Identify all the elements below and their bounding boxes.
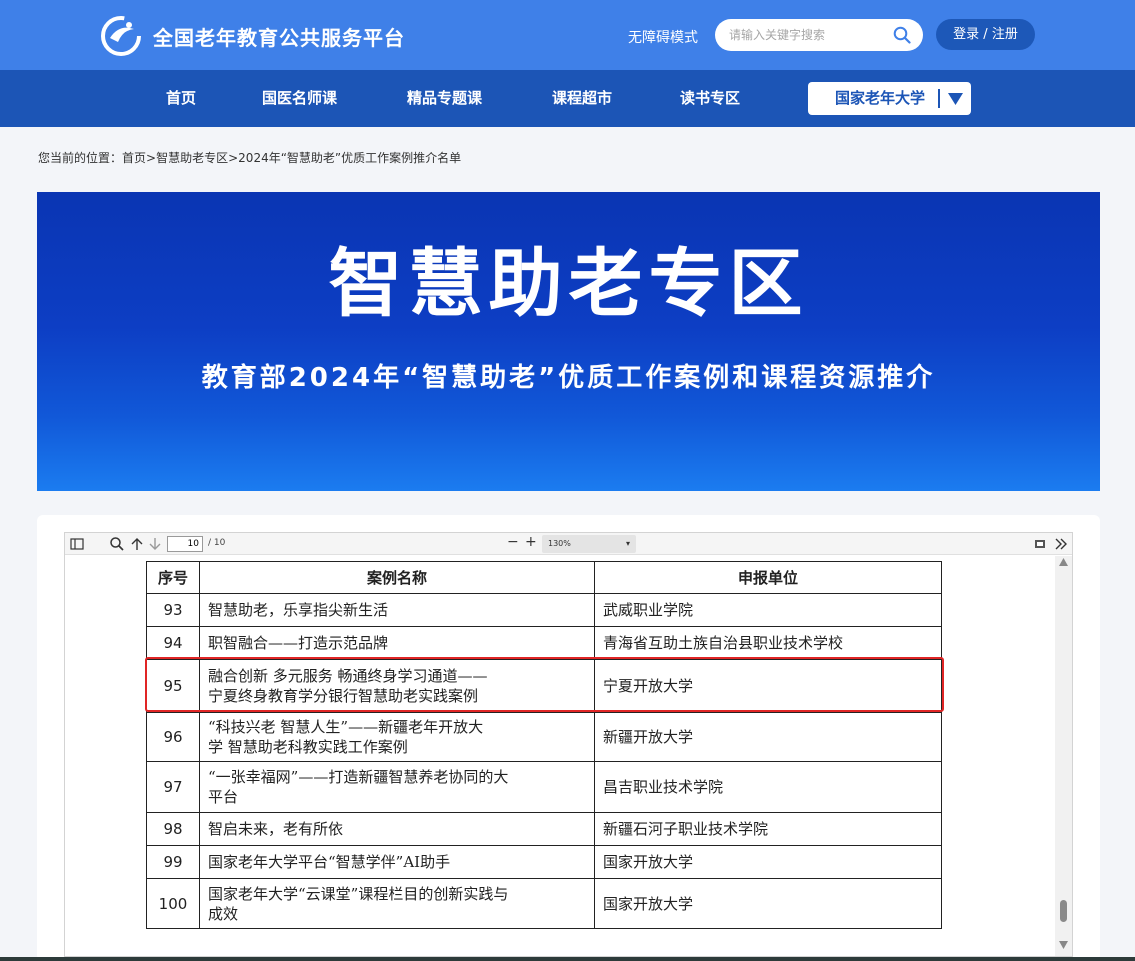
page-number-input[interactable] (167, 536, 203, 552)
chevron-down-icon: ▾ (625, 539, 630, 548)
main-nav: 首页 国医名师课 精品专题课 课程超市 读书专区 国家老年大学 (0, 70, 1135, 127)
column-header-case-name: 案例名称 (199, 561, 595, 594)
cases-table: 序号 案例名称 申报单位 93 智慧助老，乐享指尖新生活 武威职业学院 94 职… (146, 561, 942, 929)
column-header-unit: 申报单位 (594, 561, 942, 594)
case-name-line: 职智融合——打造示范品牌 (208, 634, 389, 652)
case-name-line: “科技兴老 智慧人生”——新疆老年开放大 (208, 718, 484, 736)
breadcrumb-item-smart-elderly[interactable]: 智慧助老专区 (156, 151, 228, 165)
nav-item-reading-zone[interactable]: 读书专区 (680, 70, 740, 127)
case-name-line: 融合创新 多元服务 畅通终身学习通道—— (208, 667, 488, 685)
scroll-up-arrow-icon[interactable] (1059, 558, 1068, 566)
unit-name: 青海省互助土族自治县职业技术学校 (594, 626, 942, 660)
case-name: 国家老年大学“云课堂”课程栏目的创新实践与 成效 (199, 878, 595, 929)
divider (938, 89, 940, 108)
hero-banner: 智慧助老专区 教育部2024年“智慧助老”优质工作案例和课程资源推介 (37, 192, 1100, 491)
breadcrumb-item-current: 2024年“智慧助老”优质工作案例推介名单 (238, 151, 462, 165)
zoom-in-button[interactable]: + (525, 534, 537, 550)
nav-item-course-market[interactable]: 课程超市 (552, 70, 612, 127)
breadcrumb-separator: > (228, 151, 239, 165)
unit-name: 宁夏开放大学 (594, 659, 942, 713)
table-header-row: 序号 案例名称 申报单位 (146, 561, 942, 594)
row-number: 99 (146, 845, 200, 879)
zoom-search-icon[interactable] (109, 536, 125, 552)
case-name-line: 学 智慧助老科教实践工作案例 (208, 738, 408, 756)
table-row: 99 国家老年大学平台“智慧学伴”AI助手 国家开放大学 (146, 845, 942, 879)
case-name: 职智融合——打造示范品牌 (199, 626, 595, 660)
case-name: 融合创新 多元服务 畅通终身学习通道—— 宁夏终身教育学分银行智慧助老实践案例 (199, 659, 595, 713)
case-name-line: 智启未来，老有所依 (208, 820, 344, 838)
row-number: 100 (146, 878, 200, 929)
banner-subtitle: 教育部2024年“智慧助老”优质工作案例和课程资源推介 (201, 363, 936, 393)
pdf-viewer: / 10 − + 130% ▾ 序号 案例名称 申报单位 93 智慧 (64, 532, 1073, 957)
arrow-down-icon[interactable] (147, 536, 163, 552)
case-name-line: 成效 (208, 904, 239, 923)
case-name-line: 国家老年大学平台“智慧学伴”AI助手 (208, 853, 451, 871)
dropdown-label: 国家老年大学 (835, 89, 926, 107)
column-header-no: 序号 (146, 561, 200, 594)
row-number: 97 (146, 761, 200, 813)
unit-name: 国家开放大学 (594, 878, 942, 929)
case-name: “科技兴老 智慧人生”——新疆老年开放大学 智慧助老科教实践工作案例 (199, 712, 595, 762)
search-icon[interactable] (893, 26, 911, 44)
row-number: 98 (146, 812, 200, 846)
unit-name: 昌吉职业技术学院 (594, 761, 942, 813)
nav-item-tcm-masters[interactable]: 国医名师课 (262, 70, 337, 127)
banner-title: 智慧助老专区 (328, 241, 809, 327)
accessibility-mode-link[interactable]: 无障碍模式 (628, 27, 698, 47)
unit-name: 国家开放大学 (594, 845, 942, 879)
nav-item-featured-topics[interactable]: 精品专题课 (407, 70, 482, 127)
scroll-down-arrow-icon[interactable] (1059, 941, 1068, 949)
zoom-select[interactable]: 130% ▾ (542, 535, 636, 553)
row-number: 93 (146, 593, 200, 627)
more-chevron-icon[interactable] (1053, 536, 1069, 552)
case-name: 智慧助老，乐享指尖新生活 (199, 593, 595, 627)
table-row: 93 智慧助老，乐享指尖新生活 武威职业学院 (146, 593, 942, 627)
presentation-icon[interactable] (1032, 536, 1048, 552)
table-row: 95 融合创新 多元服务 畅通终身学习通道—— 宁夏终身教育学分银行智慧助老实践案… (146, 659, 942, 713)
case-name-line: “一张幸福网”——打造新疆智慧养老协同的大 (208, 768, 509, 786)
pdf-scrollbar[interactable] (1055, 556, 1072, 956)
table-row: 100 国家老年大学“云课堂”课程栏目的创新实践与 成效 国家开放大学 (146, 878, 942, 929)
unit-name: 新疆石河子职业技术学院 (594, 812, 942, 846)
site-title[interactable]: 全国老年教育公共服务平台 (153, 22, 405, 51)
breadcrumb-separator: > (146, 151, 157, 165)
zoom-value: 130% (548, 539, 571, 548)
case-name-line: 平台 (208, 788, 239, 806)
case-name: 智启未来，老有所依 (199, 812, 595, 846)
case-name: “一张幸福网”——打造新疆智慧养老协同的大 平台 (199, 761, 595, 813)
search-input[interactable] (729, 19, 889, 51)
row-number: 94 (146, 626, 200, 660)
breadcrumb-prefix: 您当前的位置： (38, 151, 123, 165)
table-row: 96 “科技兴老 智慧人生”——新疆老年开放大学 智慧助老科教实践工作案例 新疆… (146, 712, 942, 762)
case-name: 国家老年大学平台“智慧学伴”AI助手 (199, 845, 595, 879)
row-number: 96 (146, 712, 200, 762)
top-header: 全国老年教育公共服务平台 无障碍模式 登录 / 注册 (0, 0, 1135, 70)
search-box (715, 19, 923, 51)
login-register-button[interactable]: 登录 / 注册 (936, 19, 1035, 50)
case-name-line: 国家老年大学“云课堂”课程栏目的创新实践与 (208, 884, 509, 903)
arrow-up-icon[interactable] (129, 536, 145, 552)
nav-item-home[interactable]: 首页 (166, 70, 196, 127)
case-name-line: 宁夏终身教育学分银行智慧助老实践案例 (208, 687, 479, 705)
chevron-down-icon (948, 93, 963, 105)
table-row: 98 智启未来，老有所依 新疆石河子职业技术学院 (146, 812, 942, 846)
table-row: 94 职智融合——打造示范品牌 青海省互助土族自治县职业技术学校 (146, 626, 942, 660)
breadcrumb: 您当前的位置：首页>智慧助老专区>2024年“智慧助老”优质工作案例推介名单 (38, 149, 461, 166)
bottom-border (0, 957, 1135, 961)
unit-name: 武威职业学院 (594, 593, 942, 627)
table-row: 97 “一张幸福网”——打造新疆智慧养老协同的大 平台 昌吉职业技术学院 (146, 761, 942, 813)
national-senior-university-dropdown[interactable]: 国家老年大学 (808, 82, 971, 115)
sidebar-toggle-icon[interactable] (69, 536, 85, 552)
row-number: 95 (146, 659, 200, 713)
logo-icon[interactable] (101, 16, 141, 56)
breadcrumb-item-home[interactable]: 首页 (122, 151, 146, 165)
zoom-out-button[interactable]: − (507, 534, 519, 550)
scroll-thumb[interactable] (1060, 900, 1067, 922)
case-name-line: 智慧助老，乐享指尖新生活 (208, 601, 389, 619)
unit-name: 新疆开放大学 (594, 712, 942, 762)
pdf-toolbar: / 10 − + 130% ▾ (65, 533, 1072, 555)
page-total: / 10 (208, 538, 226, 548)
